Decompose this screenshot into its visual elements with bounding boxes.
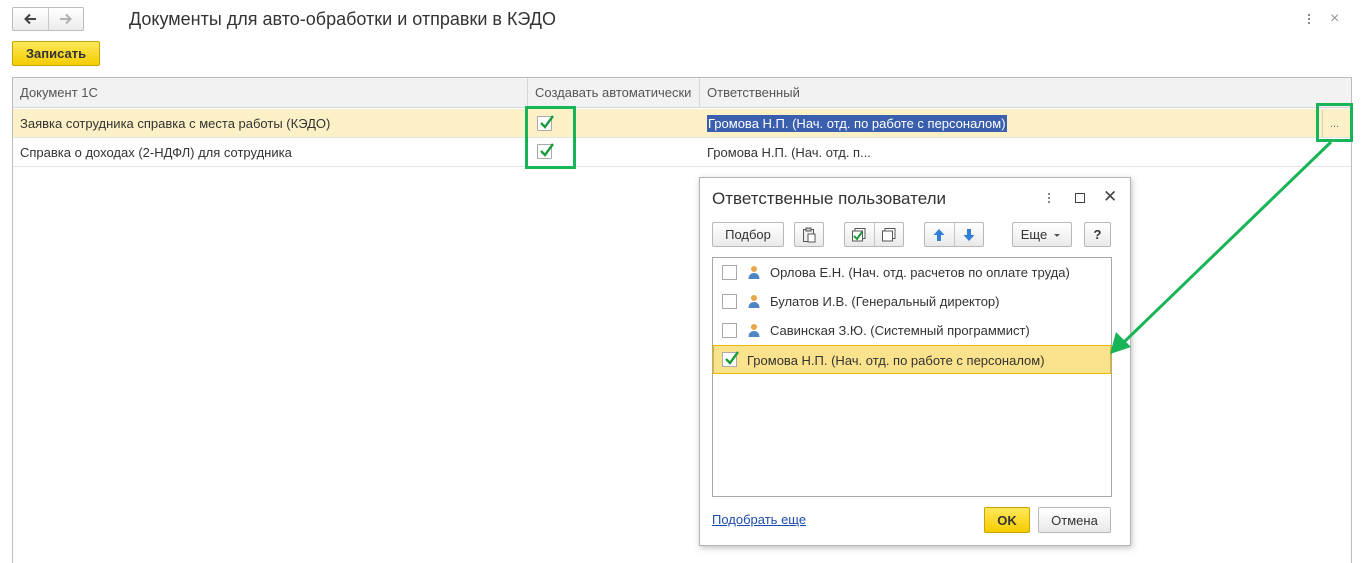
check-buttons-group [844,222,904,247]
user-name: Савинская З.Ю. (Системный программист) [770,323,1030,338]
more-actions-icon[interactable] [1046,190,1052,206]
list-item[interactable]: Орлова Е.Н. (Нач. отд. расчетов по оплат… [713,258,1111,287]
column-header-document[interactable]: Документ 1С [13,78,98,108]
check-all-icon [852,227,866,241]
user-icon [748,295,760,308]
dropdown-arrow-icon [1054,233,1061,237]
save-button[interactable]: Записать [12,41,100,66]
move-up-button[interactable] [925,223,954,246]
clipboard-icon [803,227,816,242]
checkbox-highlight [525,106,576,169]
user-checkbox[interactable] [722,351,739,367]
move-down-button[interactable] [953,223,984,246]
move-buttons-group [924,222,984,247]
users-list: Орлова Е.Н. (Нач. отд. расчетов по оплат… [712,257,1112,497]
cancel-button[interactable]: Отмена [1038,507,1111,533]
list-item[interactable]: Булатов И.В. (Генеральный директор) [713,287,1111,316]
help-button[interactable]: ? [1084,222,1111,247]
document-cell: Заявка сотрудника справка с места работы… [20,116,331,131]
maximize-icon[interactable] [1075,193,1085,203]
responsible-cell[interactable]: Громова Н.П. (Нач. отд. п... [707,138,871,166]
document-cell: Справка о доходах (2-НДФЛ) для сотрудник… [20,145,292,160]
check-all-button[interactable] [845,223,874,246]
ok-button[interactable]: OK [984,507,1030,533]
user-checkbox[interactable] [722,323,737,338]
user-icon [748,324,760,337]
column-header-auto[interactable]: Создавать автоматически [528,78,691,108]
checkmark-icon [725,351,739,365]
column-header-responsible[interactable]: Ответственный [700,78,800,108]
user-icon [748,266,760,279]
arrow-right-icon [59,13,72,25]
dialog-close-icon[interactable]: ✕ [1103,188,1117,206]
more-menu-label: Еще [1020,227,1048,242]
arrow-up-icon [933,228,945,241]
user-name: Орлова Е.Н. (Нач. отд. расчетов по оплат… [770,265,1070,280]
dialog-title: Ответственные пользователи [712,189,947,208]
page-title: Документы для авто-обработки и отправки … [129,9,556,29]
paste-button[interactable] [794,222,824,247]
table-row[interactable]: Заявка сотрудника справка с места работы… [13,109,1351,138]
responsible-users-dialog: Ответственные пользователи ✕ Подбор Еще … [699,177,1131,546]
choice-button-highlight [1316,103,1353,142]
list-item[interactable]: Савинская З.Ю. (Системный программист) [713,316,1111,345]
documents-table: Документ 1С Создавать автоматически Отве… [12,77,1352,563]
list-item[interactable]: Громова Н.П. (Нач. отд. по работе с перс… [713,345,1111,374]
navigation-buttons [12,7,84,31]
window-close-icon[interactable]: × [1330,10,1339,28]
forward-button[interactable] [47,8,83,30]
table-header: Документ 1С Создавать автоматически Отве… [13,78,1351,108]
table-row[interactable]: Справка о доходах (2-НДФЛ) для сотрудник… [13,138,1351,167]
more-actions-icon[interactable] [1303,10,1315,28]
user-checkbox[interactable] [722,265,737,280]
more-menu-button[interactable]: Еще [1012,222,1072,247]
arrow-down-icon [963,228,975,241]
back-button[interactable] [13,8,48,30]
user-name: Громова Н.П. (Нач. отд. по работе с перс… [747,353,1045,368]
pick-button[interactable]: Подбор [712,222,784,247]
uncheck-all-button[interactable] [873,223,904,246]
uncheck-all-icon [881,227,896,241]
pick-more-link[interactable]: Подобрать еще [712,512,806,527]
user-name: Булатов И.В. (Генеральный директор) [770,294,1000,309]
user-checkbox[interactable] [722,294,737,309]
arrow-left-icon [24,13,37,25]
responsible-cell[interactable]: Громова Н.П. (Нач. отд. по работе с перс… [707,115,1007,132]
